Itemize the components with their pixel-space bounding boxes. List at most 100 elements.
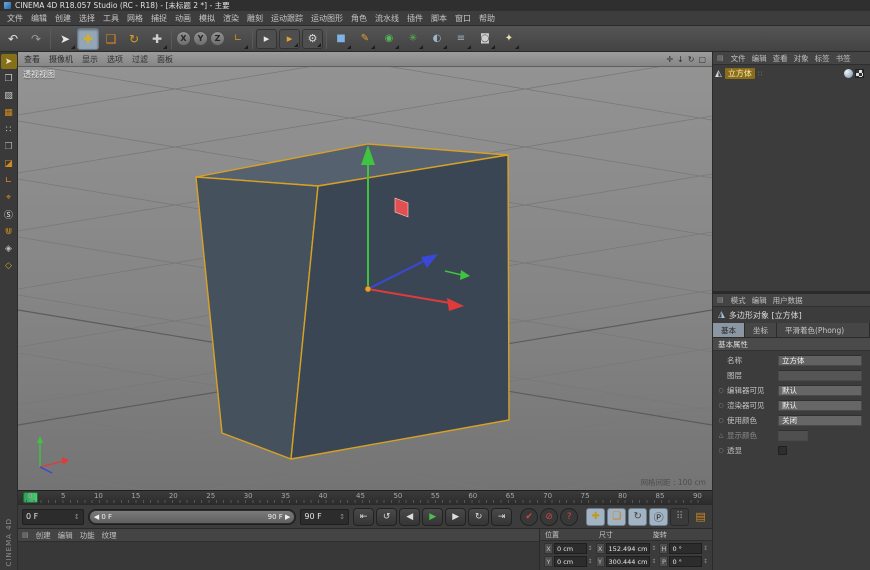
attribute-value-field[interactable]: 默认 (778, 385, 862, 396)
timeline-tick[interactable]: 25 (206, 492, 215, 500)
perspective-viewport[interactable]: 透视视图 网格间距 : 100 cm (18, 67, 712, 490)
lock-x-axis[interactable]: X (176, 31, 191, 46)
subdivision-surface[interactable]: ◉ (378, 28, 400, 50)
menu-item[interactable]: 窗口 (451, 13, 475, 24)
key-pla-toggle[interactable]: ⠿ (670, 508, 689, 526)
stepper-arrows-icon[interactable]: ↕ (588, 558, 593, 565)
attribute-value-field[interactable]: 关闭 (778, 415, 862, 426)
menu-item[interactable]: 编辑 (27, 13, 51, 24)
model-mode[interactable]: ❒ (1, 71, 17, 86)
rotate-view-icon[interactable]: ↻ (688, 55, 695, 64)
film-icon[interactable]: ▤ (693, 508, 708, 526)
stepper-arrows-icon[interactable]: ↕ (703, 558, 708, 565)
timeline-tick[interactable]: 75 (581, 492, 590, 500)
timeline-tick[interactable]: 70 (543, 492, 552, 500)
menu-item[interactable]: 捕捉 (147, 13, 171, 24)
menu-item[interactable]: 雕刻 (243, 13, 267, 24)
make-editable[interactable]: ➤ (1, 54, 17, 69)
cube-object[interactable] (196, 144, 509, 459)
timeline-tick[interactable]: 60 (468, 492, 477, 500)
key-parameter-toggle[interactable]: Ⓟ (649, 508, 668, 526)
next-frame[interactable]: ▶ (445, 508, 466, 526)
stepper-arrows-icon[interactable]: ↕ (651, 558, 656, 565)
menu-item[interactable]: 动画 (171, 13, 195, 24)
cube-primitive[interactable]: ■ (330, 28, 352, 50)
spline-pen[interactable]: ✎ (354, 28, 376, 50)
timeline-tick[interactable]: 45 (356, 492, 365, 500)
viewport-menu-item[interactable]: 摄像机 (49, 54, 73, 65)
menu-item[interactable]: 选择 (75, 13, 99, 24)
attribute-value-field[interactable] (778, 370, 862, 381)
stepper-arrows-icon[interactable]: ↕ (339, 513, 345, 521)
frame-range-slider[interactable]: ◀ 0 F 90 F ▶ (88, 509, 297, 525)
menu-item[interactable]: 运动图形 (307, 13, 347, 24)
attribute-value-field[interactable] (778, 430, 808, 441)
key-scale-toggle[interactable]: ❑ (607, 508, 626, 526)
object-row[interactable]: ◭ 立方体 ∶∶ (715, 66, 868, 81)
object-manager-menu-item[interactable]: 书签 (836, 53, 851, 64)
toggle-view-icon[interactable]: ▢ (698, 55, 706, 64)
enable-snap[interactable]: Ⓢ (1, 207, 17, 222)
object-manager-menu-item[interactable]: 文件 (731, 53, 746, 64)
material-menu-item[interactable]: 功能 (80, 530, 95, 541)
rotate-tool[interactable]: ↻ (123, 28, 145, 50)
menu-item[interactable]: 流水线 (371, 13, 403, 24)
polygons-mode[interactable]: ◪ (1, 156, 17, 171)
redo-button[interactable]: ↷ (25, 28, 47, 50)
viewport-menu-item[interactable]: 过滤 (132, 54, 148, 65)
timeline-tick[interactable]: 85 (656, 492, 665, 500)
material-menu-item[interactable]: 编辑 (58, 530, 73, 541)
stepper-arrows-icon[interactable]: ↕ (74, 513, 80, 521)
go-to-end[interactable]: ⇥ (491, 508, 512, 526)
keyframe-selection[interactable]: ? (560, 508, 578, 526)
points-mode[interactable]: ∷ (1, 122, 17, 137)
keyframe-dot-icon[interactable]: ○ (718, 447, 724, 454)
previous-frame[interactable]: ◀ (399, 508, 420, 526)
phong-tag-icon[interactable] (844, 69, 853, 78)
menu-item[interactable]: 网格 (123, 13, 147, 24)
object-manager-menu-item[interactable]: 标签 (815, 53, 830, 64)
keyframe-dot-icon[interactable]: ○ (718, 387, 724, 394)
go-to-start[interactable]: ⇤ (353, 508, 374, 526)
keyframe-dot-icon[interactable]: ○ (718, 402, 724, 409)
coordinate-value-field[interactable]: 0 ° (669, 556, 702, 567)
key-rotation-toggle[interactable]: ↻ (628, 508, 647, 526)
object-manager[interactable]: ◭ 立方体 ∶∶ (713, 65, 870, 291)
visibility-dots-icon[interactable]: ∶∶ (758, 70, 764, 78)
menu-item[interactable]: 脚本 (427, 13, 451, 24)
next-key[interactable]: ↻ (468, 508, 489, 526)
timeline-tick[interactable]: 5 (61, 492, 65, 500)
pan-view-icon[interactable]: ✛ (666, 55, 673, 64)
viewport-menu-item[interactable]: 选项 (107, 54, 123, 65)
attribute-value-field[interactable] (778, 446, 787, 455)
timeline-tick[interactable]: 0 (28, 492, 32, 500)
move-tool[interactable]: ✚ (77, 28, 99, 50)
autokey-toggle[interactable]: ⊘ (540, 508, 558, 526)
timeline-tick[interactable]: 55 (431, 492, 440, 500)
timeline-tick[interactable]: 65 (506, 492, 515, 500)
current-frame-stepper[interactable]: 0 F↕ (22, 509, 84, 525)
keyframe-dot-icon[interactable]: △ (718, 432, 724, 439)
timeline-tick[interactable]: 15 (131, 492, 140, 500)
axis-mode[interactable]: ∟ (1, 173, 17, 188)
range-right-arrow-icon[interactable]: ▶ (283, 513, 291, 521)
menu-item[interactable]: 渲染 (219, 13, 243, 24)
key-position-toggle[interactable]: ✚ (586, 508, 605, 526)
menu-item[interactable]: 模拟 (195, 13, 219, 24)
timeline-tick[interactable]: 80 (618, 492, 627, 500)
magnet-snap[interactable]: ⋓ (1, 224, 17, 239)
material-menu-item[interactable]: 纹理 (102, 530, 117, 541)
viewport-menu-item[interactable]: 显示 (82, 54, 98, 65)
menu-item[interactable]: 插件 (403, 13, 427, 24)
attribute-value-field[interactable]: 默认 (778, 400, 862, 411)
material-list-area[interactable] (18, 542, 539, 570)
workplane-mode[interactable]: ▦ (1, 105, 17, 120)
live-selection-tool[interactable]: ➤ (54, 28, 76, 50)
render-settings[interactable]: ⚙ (302, 29, 323, 49)
viewport-menu-item[interactable]: 面板 (157, 54, 173, 65)
environment[interactable]: ◐ (426, 28, 448, 50)
object-manager-menu-item[interactable]: 对象 (794, 53, 809, 64)
stepper-arrows-icon[interactable]: ↕ (588, 545, 593, 552)
attribute-value-field[interactable]: 立方体 (778, 355, 862, 366)
coordinate-value-field[interactable]: 300.444 cm (606, 556, 651, 567)
